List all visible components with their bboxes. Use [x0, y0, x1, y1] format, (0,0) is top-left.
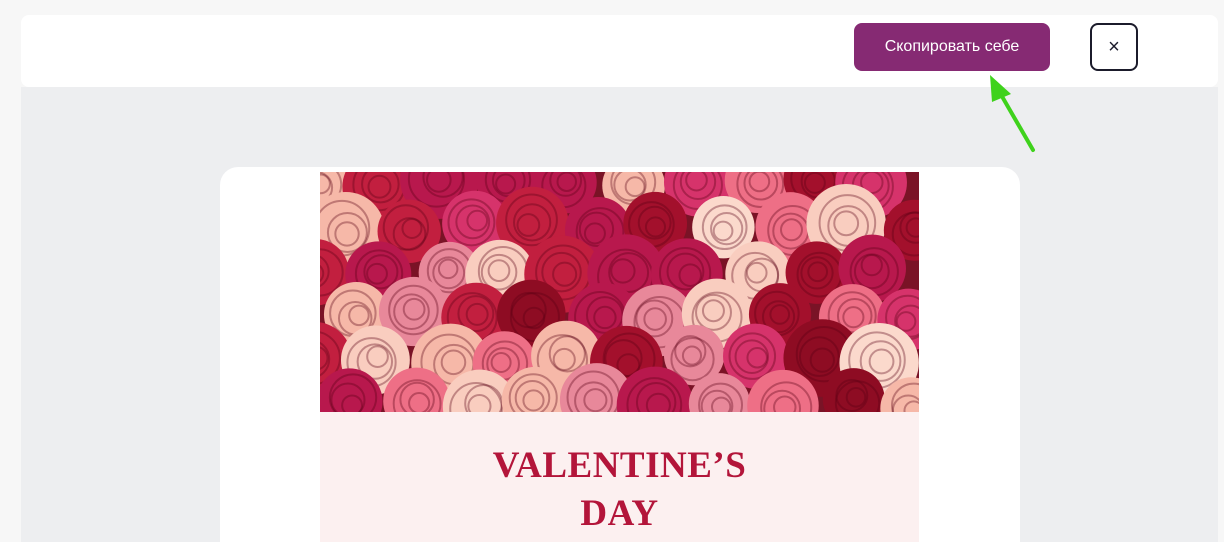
title-block: VALENTINE’S DAY [320, 412, 919, 542]
hero-image [320, 172, 919, 412]
app-window: Скопировать себе × VALENTINE’S DAY [0, 0, 1224, 542]
title-line-1: VALENTINE’S [492, 445, 747, 486]
roses-image [320, 172, 919, 412]
close-button[interactable]: × [1090, 23, 1138, 71]
email-preview-card: VALENTINE’S DAY [220, 167, 1020, 542]
close-icon: × [1108, 36, 1120, 58]
copy-to-myself-button[interactable]: Скопировать себе [854, 23, 1050, 71]
green-pointer-arrow-icon [990, 75, 1035, 152]
title-line-2: DAY [580, 493, 659, 534]
